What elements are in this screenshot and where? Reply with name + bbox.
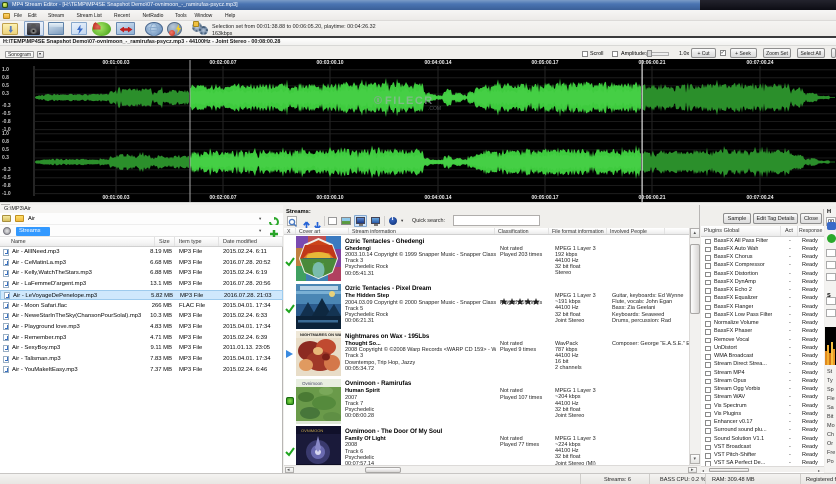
svg-text:OVNIMOON: OVNIMOON [301,428,323,433]
svg-text:NIGHTMARES ON WAX: NIGHTMARES ON WAX [300,332,341,337]
svg-text:Ovnimoon: Ovnimoon [302,381,323,386]
